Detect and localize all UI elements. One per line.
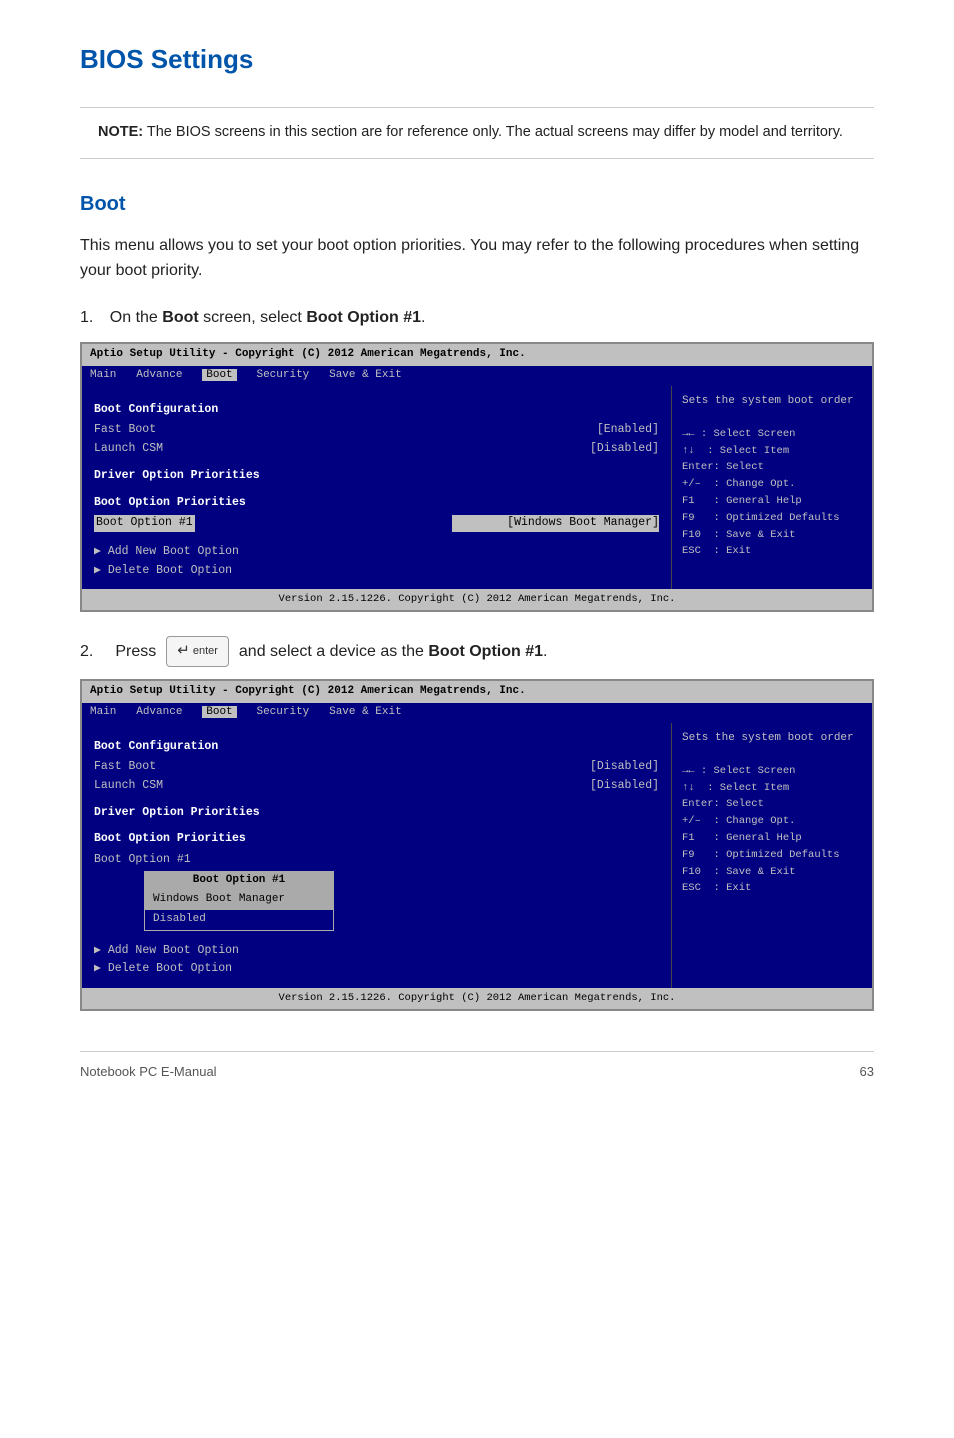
- popup-box: Boot Option #1 Windows Boot Manager Disa…: [144, 871, 334, 931]
- page-title: BIOS Settings: [80, 40, 874, 79]
- section-description: This menu allows you to set your boot op…: [80, 233, 874, 284]
- boot-option-label-1: Boot Option #1: [94, 515, 195, 532]
- menu-save-1: Save & Exit: [329, 369, 402, 381]
- csm-label-2: Launch CSM: [94, 778, 163, 795]
- csm-value-2: [Disabled]: [590, 778, 659, 795]
- bios-menu-bar-2: Main Advance Boot Security Save & Exit: [82, 703, 872, 723]
- menu-main-1: Main: [90, 369, 130, 381]
- step-1-bold1: Boot: [162, 309, 198, 326]
- popup-item-windows: Windows Boot Manager: [145, 890, 333, 910]
- menu-boot-2: Boot: [202, 706, 236, 718]
- bios-key-help-2: →← : Select Screen ↑↓ : Select Item Ente…: [682, 763, 862, 897]
- popup-header: Boot Option #1: [145, 872, 333, 890]
- menu-main-2: Main: [90, 706, 130, 718]
- enter-key: ↵ enter: [166, 636, 229, 667]
- page-footer: Notebook PC E-Manual 63: [80, 1051, 874, 1082]
- fastboot-value-2: [Disabled]: [590, 759, 659, 776]
- step-1-bold2: Boot Option #1: [306, 309, 421, 326]
- step-1-label: 1. On the Boot screen, select Boot Optio…: [80, 306, 874, 330]
- menu-security-1: Security: [243, 369, 322, 381]
- delete-boot-2: Delete Boot Option: [94, 961, 659, 978]
- bios-footer-1: Version 2.15.1226. Copyright (C) 2012 Am…: [82, 589, 872, 610]
- note-text: The BIOS screens in this section are for…: [147, 124, 843, 140]
- menu-save-2: Save & Exit: [329, 706, 402, 718]
- note-box: NOTE: The BIOS screens in this section a…: [80, 107, 874, 159]
- csm-label-1: Launch CSM: [94, 441, 163, 458]
- bios-right-1: Sets the system boot order →← : Select S…: [672, 386, 872, 589]
- bios-row-csm-1: Launch CSM [Disabled]: [94, 441, 659, 458]
- bios-screen-2: Aptio Setup Utility - Copyright (C) 2012…: [80, 679, 874, 1011]
- footer-left: Notebook PC E-Manual: [80, 1062, 217, 1082]
- bios-left-1: Boot Configuration Fast Boot [Enabled] L…: [82, 386, 672, 589]
- boot-option-row-with-popup: Boot Option #1: [94, 852, 659, 869]
- bios-right-2: Sets the system boot order →← : Select S…: [672, 723, 872, 988]
- bios-section-driver-1: Driver Option Priorities: [94, 468, 659, 485]
- bios-section-driver-2: Driver Option Priorities: [94, 805, 659, 822]
- delete-boot-1: Delete Boot Option: [94, 563, 659, 580]
- bios-help-text-1: Sets the system boot order: [682, 394, 862, 410]
- step-2: 2. Press ↵ enter and select a device as …: [80, 636, 874, 1011]
- bios-body-2: Boot Configuration Fast Boot [Disabled] …: [82, 723, 872, 988]
- step-2-text-suffix: and select a device as the Boot Option #…: [239, 640, 548, 664]
- csm-value-1: [Disabled]: [590, 441, 659, 458]
- bios-boot-option-label-2: Boot Option #1: [94, 852, 191, 869]
- bios-row-fastboot-2: Fast Boot [Disabled]: [94, 759, 659, 776]
- bios-left-2: Boot Configuration Fast Boot [Disabled] …: [82, 723, 672, 988]
- step-1-text: On the Boot screen, select Boot Option #…: [110, 309, 426, 326]
- add-boot-2: Add New Boot Option: [94, 943, 659, 960]
- bios-key-help-1: →← : Select Screen ↑↓ : Select Item Ente…: [682, 426, 862, 560]
- bios-footer-2: Version 2.15.1226. Copyright (C) 2012 Am…: [82, 988, 872, 1009]
- menu-advance-1: Advance: [136, 369, 195, 381]
- step-1: 1. On the Boot screen, select Boot Optio…: [80, 306, 874, 612]
- note-bold: NOTE:: [98, 124, 143, 140]
- bios-section-boot-config-1: Boot Configuration: [94, 402, 659, 419]
- fastboot-label-2: Fast Boot: [94, 759, 156, 776]
- bios-title-bar-1: Aptio Setup Utility - Copyright (C) 2012…: [82, 344, 872, 366]
- bios-section-boot-opt-1: Boot Option Priorities Boot Option #1 [W…: [94, 495, 659, 532]
- step-2-num: 2.: [80, 640, 93, 664]
- menu-advance-2: Advance: [136, 706, 195, 718]
- bios-menu-bar-1: Main Advance Boot Security Save & Exit: [82, 366, 872, 386]
- bios-help-text-2: Sets the system boot order: [682, 731, 862, 747]
- enter-label: enter: [193, 643, 218, 660]
- section-title: Boot: [80, 189, 874, 219]
- step-1-num: 1.: [80, 309, 93, 326]
- bios-title-bar-2: Aptio Setup Utility - Copyright (C) 2012…: [82, 681, 872, 703]
- step-2-bold: Boot Option #1: [428, 643, 543, 660]
- footer-right: 63: [860, 1062, 874, 1082]
- menu-boot-1: Boot: [202, 369, 236, 381]
- step-2-label: 2. Press ↵ enter and select a device as …: [80, 636, 874, 667]
- popup-item-disabled: Disabled: [145, 910, 333, 930]
- fastboot-value-1: [Enabled]: [597, 422, 659, 439]
- bios-section-boot-opt-2: Boot Option Priorities Boot Option #1 Bo…: [94, 831, 659, 930]
- menu-security-2: Security: [243, 706, 322, 718]
- popup-dropdown: Boot Option #1 Windows Boot Manager Disa…: [144, 871, 659, 931]
- bios-boot-option-row-1: Boot Option #1 [Windows Boot Manager]: [94, 515, 659, 532]
- bios-links-1: Add New Boot Option Delete Boot Option: [94, 544, 659, 579]
- bios-section-boot-config-2: Boot Configuration: [94, 739, 659, 756]
- bios-row-fastboot-1: Fast Boot [Enabled]: [94, 422, 659, 439]
- bios-screen-1: Aptio Setup Utility - Copyright (C) 2012…: [80, 342, 874, 612]
- bios-links-2: Add New Boot Option Delete Boot Option: [94, 943, 659, 978]
- bios-body-1: Boot Configuration Fast Boot [Enabled] L…: [82, 386, 872, 589]
- bios-row-csm-2: Launch CSM [Disabled]: [94, 778, 659, 795]
- boot-option-value-1: [Windows Boot Manager]: [452, 515, 659, 532]
- enter-arrow-icon: ↵: [177, 640, 190, 663]
- fastboot-label-1: Fast Boot: [94, 422, 156, 439]
- step-2-text-prefix: Press: [115, 640, 156, 664]
- add-boot-1: Add New Boot Option: [94, 544, 659, 561]
